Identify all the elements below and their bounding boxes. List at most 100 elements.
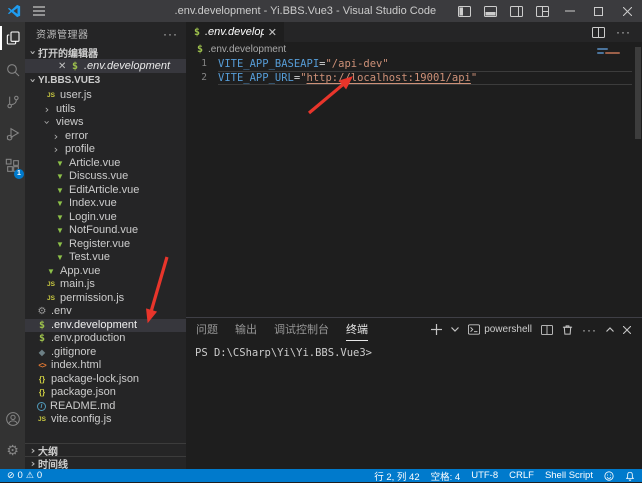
new-terminal-icon[interactable] — [431, 324, 442, 335]
terminal-shell-selector[interactable]: powershell — [468, 324, 532, 335]
breadcrumb-file: .env.development — [208, 44, 286, 55]
code-token-url-link[interactable]: http://localhost:19001/api — [307, 72, 471, 84]
js-file-icon: JS — [37, 416, 47, 423]
tree-item-.env[interactable]: ⚙.env — [25, 305, 186, 319]
tree-item-Discuss.vue[interactable]: ▼Discuss.vue — [25, 170, 186, 184]
terminal-dropdown-chevron-icon[interactable] — [451, 327, 459, 332]
toggle-panel-icon[interactable] — [477, 0, 503, 22]
split-terminal-icon[interactable] — [541, 325, 553, 335]
split-editor-icon[interactable] — [592, 27, 605, 38]
indentation-status[interactable]: 空格: 4 — [431, 469, 461, 483]
outline-section-header[interactable]: › 大纲 — [25, 443, 186, 456]
tree-item-package.json[interactable]: {}package.json — [25, 386, 186, 400]
kill-terminal-trash-icon[interactable] — [562, 324, 573, 335]
language-mode-status[interactable]: Shell Script — [545, 470, 593, 481]
chevron-right-icon: › — [51, 130, 61, 143]
vscode-logo-icon — [7, 4, 21, 18]
tree-item-vite.config.js[interactable]: JS vite.config.js — [25, 413, 186, 427]
encoding-status[interactable]: UTF-8 — [471, 470, 498, 481]
code-line-2[interactable]: 2 VITE_APP_URL="http://localhost:19001/a… — [186, 71, 642, 85]
tree-item-utils[interactable]: ›utils — [25, 103, 186, 117]
tree-item-Index.vue[interactable]: ▼Index.vue — [25, 197, 186, 211]
problems-status[interactable]: ⊘ 0 ⚠ 0 — [7, 470, 42, 481]
code-editor[interactable]: 1 VITE_APP_BASEAPI="/api-dev" 2 VITE_APP… — [186, 57, 642, 85]
close-editor-icon[interactable]: ✕ — [58, 61, 66, 72]
open-editor-item[interactable]: ✕ $ .env.development — [25, 59, 186, 73]
tree-item-profile[interactable]: ›profile — [25, 143, 186, 157]
panel-more-actions-icon[interactable]: ··· — [582, 323, 597, 337]
maximize-panel-icon[interactable] — [606, 327, 614, 332]
minimize-button[interactable] — [555, 0, 584, 22]
account-icon[interactable] — [0, 403, 25, 435]
tree-item-.env.development[interactable]: $.env.development — [25, 319, 186, 333]
info-file-icon: i — [37, 402, 46, 411]
explorer-icon[interactable] — [0, 22, 25, 54]
toggle-secondary-sidebar-icon[interactable] — [503, 0, 529, 22]
title-bar: .env.development - Yi.BBS.Vue3 - Visual … — [0, 0, 642, 22]
file-name: profile — [65, 143, 95, 156]
editor-tab-bar: $ .env.development ✕ ··· — [186, 22, 642, 42]
feedback-smiley-icon[interactable] — [604, 471, 614, 481]
breadcrumb[interactable]: $ .env.development — [186, 42, 642, 57]
cursor-position-status[interactable]: 行 2, 列 42 — [374, 469, 419, 483]
editor-scrollbar[interactable] — [635, 47, 641, 139]
tree-item-README.md[interactable]: iREADME.md — [25, 400, 186, 414]
terminal-content[interactable]: PS D:\CSharp\Yi\Yi.BBS.Vue3> — [186, 341, 642, 359]
code-token-key: VITE_APP_URL — [218, 72, 294, 84]
tree-item-EditArticle.vue[interactable]: ▼EditArticle.vue — [25, 184, 186, 198]
timeline-section-header[interactable]: › 时间线 — [25, 456, 186, 469]
panel-tab-调试控制台[interactable]: 调试控制台 — [274, 318, 329, 341]
tree-item-views[interactable]: ›views — [25, 116, 186, 130]
menu-icon[interactable] — [33, 6, 45, 16]
errors-count: 0 — [18, 470, 23, 481]
tree-item-main.js[interactable]: JSmain.js — [25, 278, 186, 292]
file-name: index.html — [51, 359, 101, 372]
status-bar: ⊘ 0 ⚠ 0 行 2, 列 42 空格: 4 UTF-8 CRLF Shell… — [0, 469, 642, 482]
tree-item-index.html[interactable]: <>index.html — [25, 359, 186, 373]
tree-item-Login.vue[interactable]: ▼Login.vue — [25, 211, 186, 225]
code-line-1[interactable]: 1 VITE_APP_BASEAPI="/api-dev" — [186, 57, 642, 71]
file-name: App.vue — [60, 265, 100, 278]
panel-tab-问题[interactable]: 问题 — [196, 318, 218, 341]
close-window-button[interactable] — [613, 0, 642, 22]
file-name: vite.config.js — [51, 413, 112, 426]
close-panel-icon[interactable] — [623, 326, 631, 334]
tree-item-NotFound.vue[interactable]: ▼NotFound.vue — [25, 224, 186, 238]
project-section-header[interactable]: › YI.BBS.VUE3 — [25, 73, 186, 87]
source-control-icon[interactable] — [0, 86, 25, 118]
gear-file-icon: ⚙ — [37, 306, 47, 317]
eol-status[interactable]: CRLF — [509, 470, 534, 481]
tree-item-error[interactable]: ›error — [25, 130, 186, 144]
tree-item-permission.js[interactable]: JSpermission.js — [25, 292, 186, 306]
settings-gear-icon[interactable]: ⚙ — [0, 435, 25, 467]
extensions-icon[interactable]: 1 — [0, 150, 25, 182]
chevron-down-icon: › — [41, 118, 54, 128]
tree-item-user.js[interactable]: JSuser.js — [25, 89, 186, 103]
editor-more-actions-icon[interactable]: ··· — [616, 25, 631, 39]
tree-item-package-lock.json[interactable]: {}package-lock.json — [25, 373, 186, 387]
run-debug-icon[interactable] — [0, 118, 25, 150]
search-icon[interactable] — [0, 54, 25, 86]
sidebar-more-actions-icon[interactable]: ··· — [163, 27, 178, 41]
panel-tab-终端[interactable]: 终端 — [346, 318, 368, 341]
minimap[interactable] — [597, 48, 629, 60]
open-editors-section-header[interactable]: › 打开的编辑器 — [25, 45, 186, 59]
customize-layout-icon[interactable] — [529, 0, 555, 22]
tree-item-Test.vue[interactable]: ▼Test.vue — [25, 251, 186, 265]
toggle-sidebar-icon[interactable] — [451, 0, 477, 22]
tree-item-.env.production[interactable]: $.env.production — [25, 332, 186, 346]
tree-item-Register.vue[interactable]: ▼Register.vue — [25, 238, 186, 252]
file-tree: JSuser.js›utils›views›error›profile▼Arti… — [25, 89, 186, 427]
tree-item-Article.vue[interactable]: ▼Article.vue — [25, 157, 186, 171]
notifications-bell-icon[interactable] — [625, 471, 635, 481]
tree-item-App.vue[interactable]: ▼App.vue — [25, 265, 186, 279]
close-tab-icon[interactable]: ✕ — [268, 26, 277, 39]
bottom-panel: 问题输出调试控制台终端 powershell ··· — [186, 317, 642, 469]
panel-tab-输出[interactable]: 输出 — [235, 318, 257, 341]
tab-env-development[interactable]: $ .env.development ✕ — [186, 22, 284, 42]
maximize-button[interactable] — [584, 0, 613, 22]
tree-item-.gitignore[interactable]: ◆.gitignore — [25, 346, 186, 360]
chevron-right-icon: › — [28, 457, 38, 470]
js-file-icon: JS — [46, 92, 56, 99]
vscode-window: { "window": { "title": ".env.development… — [0, 0, 642, 482]
